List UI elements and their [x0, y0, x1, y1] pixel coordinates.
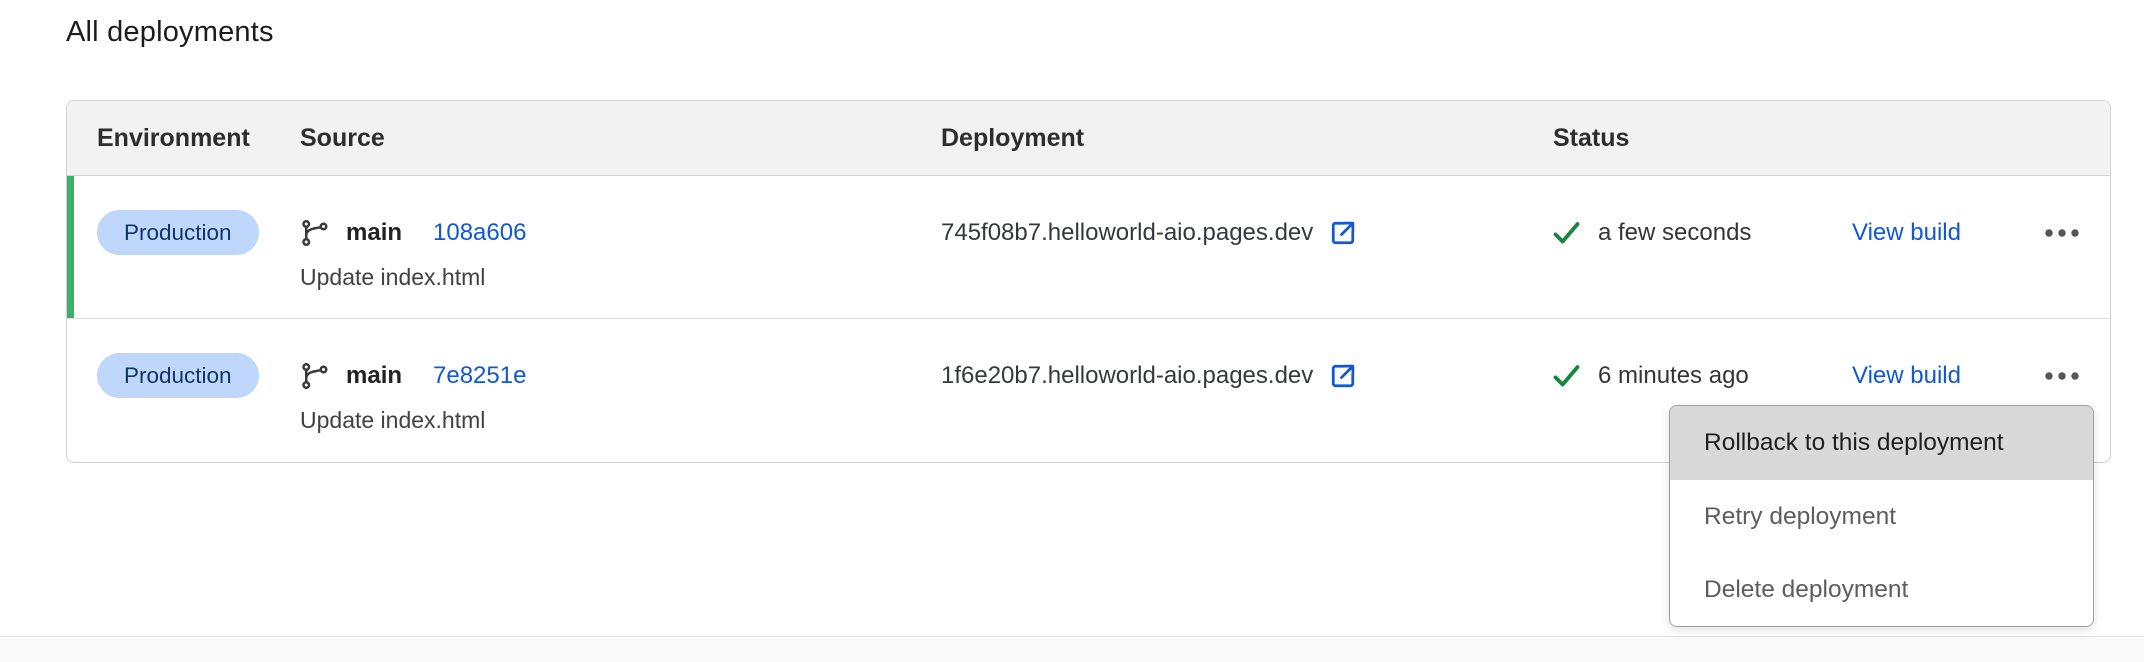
menu-item-delete[interactable]: Delete deployment	[1670, 553, 2093, 626]
row-actions-menu-button[interactable]	[2033, 210, 2091, 255]
branch-name: main	[346, 362, 402, 390]
deployment-time: 6 minutes ago	[1598, 362, 1749, 390]
ellipsis-icon	[2045, 229, 2079, 237]
view-build-link[interactable]: View build	[1852, 353, 1961, 398]
table-header-row: Environment Source Deployment Status	[67, 101, 2110, 176]
current-deployment-indicator	[67, 176, 74, 318]
deployment-cell: 745f08b7.helloworld-aio.pages.dev	[941, 210, 1358, 255]
git-branch-icon	[300, 218, 330, 248]
deployment-cell: 1f6e20b7.helloworld-aio.pages.dev	[941, 353, 1358, 398]
source-cell: main 7e8251e	[300, 353, 526, 398]
column-header-source: Source	[300, 101, 385, 176]
view-build-link[interactable]: View build	[1852, 210, 1961, 255]
commit-message: Update index.html	[300, 264, 485, 291]
menu-item-retry[interactable]: Retry deployment	[1670, 480, 2093, 553]
deployments-page: All deployments Environment Source Deplo…	[0, 0, 2144, 662]
status-cell: a few seconds	[1551, 210, 1751, 255]
success-check-icon	[1551, 360, 1582, 391]
environment-badge: Production	[97, 210, 259, 255]
column-header-status: Status	[1553, 101, 1629, 176]
status-cell: 6 minutes ago	[1551, 353, 1749, 398]
page-bottom-divider	[0, 636, 2144, 662]
commit-message: Update index.html	[300, 407, 485, 434]
git-branch-icon	[300, 361, 330, 391]
column-header-environment: Environment	[97, 101, 250, 176]
deployment-url: 745f08b7.helloworld-aio.pages.dev	[941, 219, 1313, 247]
environment-badge: Production	[97, 353, 259, 398]
deployment-row-1: Production main 108a606 Update index.htm…	[67, 176, 2110, 319]
deployment-url: 1f6e20b7.helloworld-aio.pages.dev	[941, 362, 1313, 390]
row-actions-menu-button[interactable]	[2033, 353, 2091, 398]
menu-item-rollback[interactable]: Rollback to this deployment	[1670, 406, 2093, 480]
external-link-icon[interactable]	[1328, 361, 1358, 391]
external-link-icon[interactable]	[1328, 218, 1358, 248]
deployment-time: a few seconds	[1598, 219, 1751, 247]
commit-link[interactable]: 7e8251e	[433, 362, 526, 390]
ellipsis-icon	[2045, 372, 2079, 380]
source-cell: main 108a606	[300, 210, 526, 255]
deployment-actions-menu: Rollback to this deployment Retry deploy…	[1669, 405, 2094, 627]
column-header-deployment: Deployment	[941, 101, 1084, 176]
branch-name: main	[346, 219, 402, 247]
success-check-icon	[1551, 217, 1582, 248]
page-title: All deployments	[66, 16, 274, 49]
commit-link[interactable]: 108a606	[433, 219, 526, 247]
